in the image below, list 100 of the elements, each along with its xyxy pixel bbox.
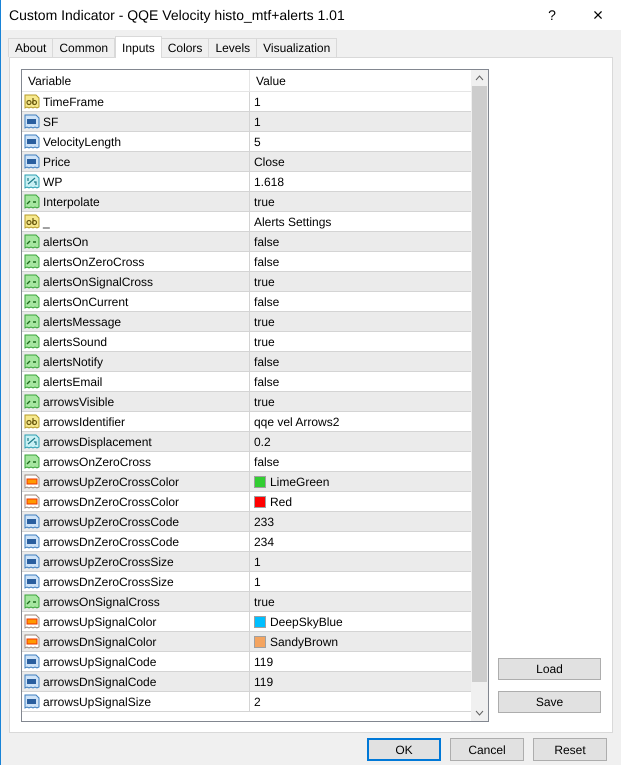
tab[interactable]: Common bbox=[52, 38, 116, 57]
variable-name: alertsOnSignalCross bbox=[43, 274, 154, 290]
dialog-button[interactable]: OK bbox=[367, 738, 441, 761]
switch-type-icon bbox=[24, 194, 40, 209]
scrollbar[interactable] bbox=[471, 70, 488, 721]
tab[interactable]: Visualization bbox=[256, 38, 338, 57]
switch-type-icon bbox=[24, 294, 40, 309]
variable-value[interactable]: true bbox=[254, 592, 275, 610]
switch-type-icon bbox=[24, 274, 40, 289]
variable-name: arrowsIdentifier bbox=[43, 414, 126, 430]
variable-value[interactable]: 2 bbox=[254, 692, 261, 710]
switch-type-icon bbox=[24, 394, 40, 409]
switch-type-icon bbox=[24, 454, 40, 469]
variable-value[interactable]: 1 bbox=[254, 572, 261, 590]
variable-value[interactable]: 0.2 bbox=[254, 432, 271, 450]
scrollbar-thumb[interactable] bbox=[472, 86, 487, 682]
variable-name: alertsNotify bbox=[43, 354, 104, 370]
variable-value[interactable]: DeepSkyBlue bbox=[270, 612, 343, 630]
variable-value[interactable]: 234 bbox=[254, 532, 274, 550]
variable-value[interactable]: false bbox=[254, 452, 280, 470]
variable-value[interactable]: 1 bbox=[254, 112, 261, 130]
variable-name: arrowsOnSignalCross bbox=[43, 594, 160, 610]
variable-value[interactable]: true bbox=[254, 392, 275, 410]
variable-value[interactable]: true bbox=[254, 312, 275, 330]
variable-name: _ bbox=[43, 214, 50, 230]
variable-value[interactable]: 119 bbox=[254, 672, 274, 690]
variable-value[interactable]: false bbox=[254, 252, 280, 270]
window-title: Custom Indicator - QQE Velocity histo_mtf+alerts 1.01 bbox=[9, 6, 346, 25]
variable-name: TimeFrame bbox=[43, 94, 104, 110]
number-type-icon bbox=[24, 154, 40, 169]
text-type-icon bbox=[24, 214, 40, 229]
variable-name: arrowsUpSignalSize bbox=[43, 694, 152, 710]
switch-type-icon bbox=[24, 594, 40, 609]
text-type-icon bbox=[24, 414, 40, 429]
help-button[interactable]: ? bbox=[529, 0, 575, 30]
number-type-icon bbox=[24, 574, 40, 589]
variable-name: alertsOnZeroCross bbox=[43, 254, 144, 270]
variable-value[interactable]: 233 bbox=[254, 512, 274, 530]
variable-name: arrowsUpZeroCrossSize bbox=[43, 554, 174, 570]
number-type-icon bbox=[24, 114, 40, 129]
variable-name: arrowsVisible bbox=[43, 394, 114, 410]
switch-type-icon bbox=[24, 374, 40, 389]
variable-name: alertsMessage bbox=[43, 314, 122, 330]
number-type-icon bbox=[24, 554, 40, 569]
variable-value[interactable]: false bbox=[254, 352, 280, 370]
variable-name: Interpolate bbox=[43, 194, 100, 210]
variable-name: arrowsUpZeroCrossCode bbox=[43, 514, 180, 530]
variable-value[interactable]: false bbox=[254, 372, 280, 390]
variable-value[interactable]: SandyBrown bbox=[270, 632, 338, 650]
scroll-up-icon[interactable] bbox=[475, 75, 484, 81]
variable-name: arrowsDnSignalColor bbox=[43, 634, 156, 650]
column-header[interactable]: Variable bbox=[22, 70, 250, 91]
variable-name: alertsEmail bbox=[43, 374, 102, 390]
variable-value[interactable]: qqe vel Arrows2 bbox=[254, 412, 340, 430]
variable-value[interactable]: 1.618 bbox=[254, 172, 284, 190]
variable-value[interactable]: Red bbox=[270, 492, 292, 510]
tab[interactable]: About bbox=[8, 38, 54, 57]
number-type-icon bbox=[24, 534, 40, 549]
variable-value[interactable]: 1 bbox=[254, 552, 261, 570]
variable-value[interactable]: false bbox=[254, 292, 280, 310]
variable-value[interactable]: 5 bbox=[254, 132, 261, 150]
variable-value[interactable]: true bbox=[254, 192, 275, 210]
variable-name: VelocityLength bbox=[43, 134, 122, 150]
dialog-button[interactable]: Reset bbox=[533, 738, 607, 761]
side-button[interactable]: Save bbox=[498, 691, 601, 713]
variable-name: arrowsUpSignalColor bbox=[43, 614, 156, 630]
fraction-type-icon bbox=[24, 434, 40, 449]
variable-name: arrowsDnZeroCrossSize bbox=[43, 574, 174, 590]
variable-value[interactable]: Close bbox=[254, 152, 285, 170]
number-type-icon bbox=[24, 134, 40, 149]
variable-name: SF bbox=[43, 114, 58, 130]
variable-name: arrowsOnZeroCross bbox=[43, 454, 152, 470]
dialog-button[interactable]: Cancel bbox=[450, 738, 524, 761]
variable-value[interactable]: true bbox=[254, 272, 275, 290]
variable-value[interactable]: false bbox=[254, 232, 280, 250]
number-type-icon bbox=[24, 694, 40, 709]
variable-value[interactable]: 1 bbox=[254, 92, 261, 110]
switch-type-icon bbox=[24, 334, 40, 349]
fraction-type-icon bbox=[24, 174, 40, 189]
switch-type-icon bbox=[24, 314, 40, 329]
close-button[interactable]: × bbox=[575, 0, 621, 30]
switch-type-icon bbox=[24, 254, 40, 269]
switch-type-icon bbox=[24, 234, 40, 249]
variable-name: alertsOn bbox=[43, 234, 88, 250]
variable-value[interactable]: LimeGreen bbox=[270, 472, 330, 490]
number-type-icon bbox=[24, 654, 40, 669]
switch-type-icon bbox=[24, 354, 40, 369]
side-button[interactable]: Load bbox=[498, 658, 601, 680]
column-header[interactable]: Value bbox=[250, 70, 471, 91]
text-type-icon bbox=[24, 94, 40, 109]
variable-value[interactable]: 119 bbox=[254, 652, 274, 670]
variable-name: arrowsDnSignalCode bbox=[43, 674, 156, 690]
variable-name: WP bbox=[43, 174, 62, 190]
variable-value[interactable]: true bbox=[254, 332, 275, 350]
variable-value[interactable]: Alerts Settings bbox=[254, 212, 332, 230]
tab[interactable]: Inputs bbox=[115, 36, 162, 58]
variable-name: arrowsUpZeroCrossColor bbox=[43, 474, 180, 490]
variable-name: alertsOnCurrent bbox=[43, 294, 128, 310]
variable-name: arrowsDisplacement bbox=[43, 434, 152, 450]
scroll-down-icon[interactable] bbox=[475, 710, 484, 716]
